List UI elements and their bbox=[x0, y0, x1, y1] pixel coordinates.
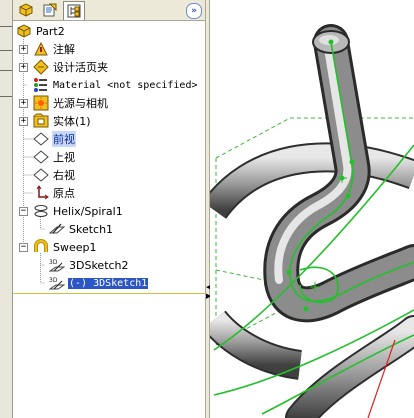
tree-root[interactable]: Part2 bbox=[13, 22, 205, 40]
tree-item-label: 右视 bbox=[53, 169, 75, 182]
expand-toggle[interactable]: + bbox=[19, 44, 28, 54]
part-icon bbox=[16, 23, 32, 39]
tree-item-3dsketch1[interactable]: 3D (-) 3DSketch1 bbox=[13, 274, 205, 292]
manager-tab-bar: » bbox=[13, 0, 205, 21]
tree-item-label: Material <not specified> bbox=[53, 79, 198, 91]
collapse-toggle[interactable]: − bbox=[19, 242, 28, 252]
expand-toggle[interactable]: + bbox=[19, 98, 28, 108]
tree-item-material[interactable]: Material <not specified> bbox=[13, 76, 205, 94]
sweep-icon bbox=[33, 239, 49, 255]
property-manager-icon bbox=[43, 3, 57, 17]
left-toolbar-edge bbox=[0, 0, 13, 418]
expand-toggle[interactable]: + bbox=[19, 62, 28, 72]
tree-root-label: Part2 bbox=[36, 24, 65, 38]
tree-item-top-plane[interactable]: 上视 bbox=[13, 148, 205, 166]
tree-item-right-plane[interactable]: 右视 bbox=[13, 166, 205, 184]
tab-feature-manager[interactable] bbox=[15, 1, 37, 19]
tree-item-annotations[interactable]: + 注解 bbox=[13, 40, 205, 58]
tree-item-sketch1[interactable]: Sketch1 bbox=[13, 220, 205, 238]
3dsketch-icon: 3D bbox=[49, 257, 65, 273]
feature-tree: Part2 + 注解 + 设计活页夹 Material <not specifi… bbox=[13, 21, 205, 291]
configuration-manager-icon bbox=[67, 4, 81, 18]
collapse-toggle[interactable]: − bbox=[19, 206, 28, 216]
helix-icon bbox=[33, 203, 49, 219]
model-view bbox=[210, 24, 414, 418]
plane-icon bbox=[33, 149, 49, 165]
plane-icon bbox=[33, 131, 49, 147]
tree-item-label: Sweep1 bbox=[53, 240, 97, 254]
tree-item-label: 注解 bbox=[53, 43, 75, 56]
tree-item-label: (-) 3DSketch1 bbox=[68, 277, 149, 289]
tree-item-3dsketch2[interactable]: 3D 3DSketch2 bbox=[13, 256, 205, 274]
expand-toggle[interactable]: + bbox=[19, 116, 28, 126]
tree-item-origin[interactable]: 原点 bbox=[13, 184, 205, 202]
plane-icon bbox=[33, 167, 49, 183]
tree-item-solid-bodies[interactable]: + 实体(1) bbox=[13, 112, 205, 130]
3dsketch-icon-text: 3D bbox=[49, 277, 58, 284]
3dsketch-icon: 3D bbox=[49, 275, 65, 291]
feature-manager-panel: » Part2 + 注解 + 设计活页夹 Material <not speci… bbox=[13, 0, 205, 418]
tree-item-label: 上视 bbox=[53, 151, 75, 164]
tree-item-label: 3DSketch2 bbox=[69, 258, 129, 272]
origin-icon bbox=[33, 185, 49, 201]
design-binder-icon bbox=[33, 59, 49, 75]
collapse-panel-button[interactable]: » bbox=[186, 3, 202, 19]
tree-item-label: 实体(1) bbox=[53, 115, 91, 128]
tree-item-helix[interactable]: − Helix/Spiral1 bbox=[13, 202, 205, 220]
sketch-icon bbox=[49, 221, 65, 237]
tree-item-label: Sketch1 bbox=[69, 222, 114, 236]
3dsketch-icon-text: 3D bbox=[49, 259, 58, 266]
tree-item-label: 光源与相机 bbox=[53, 97, 108, 110]
tree-item-label: 原点 bbox=[53, 187, 75, 200]
tree-item-design-binder[interactable]: + 设计活页夹 bbox=[13, 58, 205, 76]
lights-cameras-icon bbox=[33, 95, 49, 111]
tree-item-lights-cameras[interactable]: + 光源与相机 bbox=[13, 94, 205, 112]
graphics-viewport[interactable] bbox=[210, 0, 414, 418]
rollback-bar[interactable] bbox=[13, 293, 205, 294]
tree-item-sweep[interactable]: − Sweep1 bbox=[13, 238, 205, 256]
annotations-icon bbox=[33, 41, 49, 57]
material-icon bbox=[33, 77, 49, 93]
tab-configuration-manager[interactable] bbox=[63, 1, 85, 20]
tree-item-label: Helix/Spiral1 bbox=[53, 204, 123, 218]
tree-item-label: 前视 bbox=[52, 131, 76, 147]
tree-item-front-plane[interactable]: 前视 bbox=[13, 130, 205, 148]
tab-property-manager[interactable] bbox=[39, 1, 61, 19]
tree-item-label: 设计活页夹 bbox=[53, 61, 108, 74]
feature-manager-icon bbox=[19, 3, 33, 17]
solid-bodies-icon bbox=[33, 113, 49, 129]
